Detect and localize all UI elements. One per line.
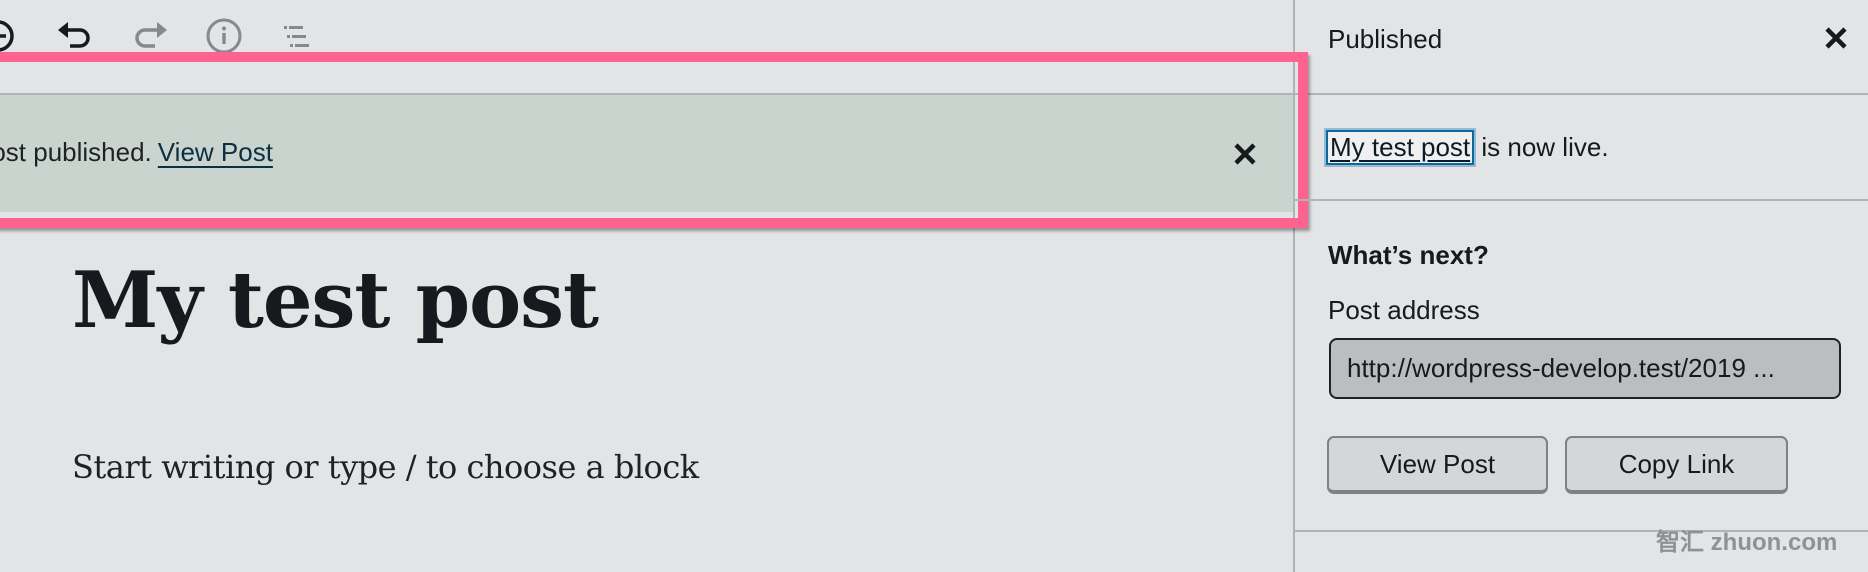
close-icon[interactable] (1821, 23, 1851, 53)
info-icon[interactable] (204, 16, 244, 56)
live-message: My test post is now live. (1326, 130, 1609, 165)
panel-border (1293, 0, 1295, 572)
post-title[interactable]: My test post (72, 255, 599, 346)
close-icon[interactable] (1231, 140, 1259, 168)
redo-icon[interactable] (131, 16, 171, 56)
block-placeholder[interactable]: Start writing or type / to choose a bloc… (72, 448, 699, 486)
undo-icon[interactable] (54, 16, 94, 56)
panel-divider (1295, 199, 1868, 201)
post-link[interactable]: My test post (1326, 130, 1475, 165)
watermark: 智汇 zhuon.com (1656, 529, 1838, 556)
whats-next-heading: What’s next? (1328, 240, 1489, 270)
notice-message: Post published.View Post (0, 137, 273, 168)
view-post-button[interactable]: View Post (1327, 436, 1548, 494)
list-view-icon[interactable] (278, 16, 318, 56)
live-suffix: is now live. (1474, 132, 1609, 162)
panel-title: Published (1328, 24, 1443, 54)
post-address-field[interactable]: http://wordpress-develop.test/2019 ... (1329, 338, 1841, 399)
notice-text: Post published. (0, 137, 152, 167)
post-address-label: Post address (1328, 295, 1480, 325)
add-block-icon[interactable] (0, 16, 18, 56)
editor-toolbar (0, 0, 1294, 94)
copy-link-button[interactable]: Copy Link (1565, 436, 1788, 494)
notice-view-post-link[interactable]: View Post (158, 137, 273, 167)
success-notice: Post published.View Post (0, 95, 1293, 212)
